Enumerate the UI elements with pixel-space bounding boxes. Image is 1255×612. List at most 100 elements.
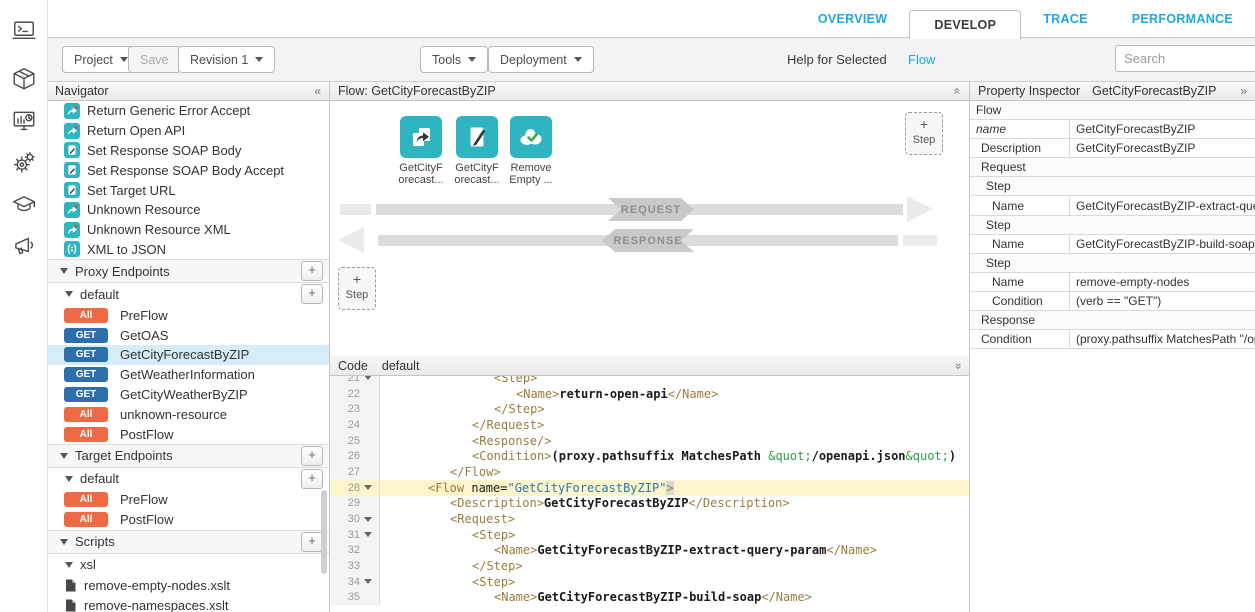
method-badge-get: GET (64, 367, 108, 382)
add-target-endpoint-button[interactable]: + (301, 446, 323, 466)
collapse-left-icon[interactable]: « (314, 85, 321, 97)
property-row[interactable]: NameGetCityForecastByZIP-extract-query-p… (970, 196, 1255, 215)
policy-item[interactable]: Set Target URL (47, 180, 329, 200)
collapse-down-icon[interactable]: « (954, 360, 961, 372)
scripts-group-xsl[interactable]: xsl (47, 554, 329, 576)
property-row[interactable]: Nameremove-empty-nodes (970, 273, 1255, 292)
line-number[interactable]: 24 (330, 419, 360, 431)
fold-caret-icon[interactable] (364, 485, 372, 490)
line-number[interactable]: 25 (330, 435, 360, 447)
line-number[interactable]: 22 (330, 388, 360, 400)
property-inspector-subject: GetCityForecastByZIP (1092, 84, 1216, 98)
deployment-menu-button[interactable]: Deployment (488, 46, 594, 73)
line-number[interactable]: 29 (330, 497, 360, 509)
navigator-scrollbar[interactable] (321, 490, 327, 574)
property-row[interactable]: NameGetCityForecastByZIP-build-soap (970, 235, 1255, 254)
graduation-cap-icon[interactable] (11, 192, 37, 218)
property-inspector-header: Property Inspector GetCityForecastByZIP … (970, 82, 1255, 101)
chevron-down-icon (65, 476, 73, 482)
fold-caret-icon[interactable] (364, 376, 372, 380)
terminal-laptop-icon[interactable] (11, 19, 37, 45)
analytics-monitor-icon[interactable] (11, 108, 37, 134)
property-row[interactable]: DescriptionGetCityForecastByZIP (970, 139, 1255, 158)
revision-menu-button[interactable]: Revision 1 (178, 46, 275, 73)
add-step-request-button[interactable]: + Step (905, 112, 943, 155)
target-flow-item-preflow[interactable]: All PreFlow (47, 490, 329, 510)
fold-caret-icon[interactable] (364, 532, 372, 537)
add-script-button[interactable]: + (301, 532, 323, 552)
tools-menu-button[interactable]: Tools (420, 46, 488, 73)
add-step-response-button[interactable]: + Step (338, 267, 376, 310)
line-number[interactable]: 35 (330, 591, 360, 603)
line-number[interactable]: 21 (330, 376, 360, 384)
help-flow-link[interactable]: Flow (908, 52, 935, 67)
line-number[interactable]: 26 (330, 450, 360, 462)
flow-item-preflow[interactable]: All PreFlow (47, 305, 329, 325)
flow-item-unknown-resource[interactable]: All unknown-resource (47, 404, 329, 424)
gears-icon[interactable] (11, 150, 37, 176)
search-input[interactable] (1115, 45, 1255, 72)
property-row[interactable]: Condition(verb == "GET") (970, 292, 1255, 311)
policy-assign-message-icon (456, 116, 498, 158)
policy-item[interactable]: Return Generic Error Accept (47, 101, 329, 121)
property-row[interactable]: nameGetCityForecastByZIP (970, 120, 1255, 139)
line-number[interactable]: 32 (330, 544, 360, 556)
add-proxy-endpoint-button[interactable]: + (301, 261, 323, 281)
line-number[interactable]: 31 (330, 529, 360, 541)
script-file-item[interactable]: remove-namespaces.xslt (47, 596, 329, 612)
add-target-flow-button[interactable]: + (301, 469, 323, 489)
tab-trace[interactable]: TRACE (1021, 0, 1110, 38)
policy-item[interactable]: XML to JSON (47, 240, 329, 260)
add-flow-button[interactable]: + (301, 284, 323, 304)
line-number[interactable]: 23 (330, 403, 360, 415)
section-title: Target Endpoints (75, 448, 173, 463)
line-number[interactable]: 27 (330, 466, 360, 478)
policy-item[interactable]: Set Response SOAP Body (47, 141, 329, 161)
section-scripts[interactable]: Scripts + (47, 530, 329, 554)
proxy-endpoint-group-default[interactable]: default + (47, 283, 329, 305)
code-panel-subtitle: default (382, 359, 420, 373)
method-badge-all: All (64, 407, 108, 422)
tab-performance[interactable]: PERFORMANCE (1110, 0, 1255, 38)
code-editor[interactable]: 21 <Step> 22 <Name>return-open-api</Name… (330, 376, 969, 612)
tab-develop[interactable]: DEVELOP (909, 10, 1021, 39)
policy-item[interactable]: Set Response SOAP Body Accept (47, 160, 329, 180)
megaphone-icon[interactable] (11, 233, 37, 259)
chevron-down-icon (60, 539, 68, 545)
package-box-icon[interactable] (11, 66, 37, 92)
main-tabs: OVERVIEW DEVELOP TRACE PERFORMANCE (796, 0, 1255, 38)
section-proxy-endpoints[interactable]: Proxy Endpoints + (47, 259, 329, 283)
flow-item-getcityweatherbyzip[interactable]: GET GetCityWeatherByZIP (47, 385, 329, 405)
flow-item-postflow[interactable]: All PostFlow (47, 424, 329, 444)
target-flow-item-postflow[interactable]: All PostFlow (47, 510, 329, 530)
section-target-endpoints[interactable]: Target Endpoints + (47, 444, 329, 468)
line-number[interactable]: 34 (330, 576, 360, 588)
line-number[interactable]: 30 (330, 513, 360, 525)
code-line: 25 <Response/> (330, 433, 969, 449)
property-row-section: Request (970, 158, 1255, 177)
add-step-label: Step (906, 133, 942, 147)
script-file-label: remove-empty-nodes.xslt (84, 578, 230, 593)
collapse-right-icon[interactable]: » (1240, 85, 1247, 97)
code-line: 27 </Flow> (330, 464, 969, 480)
fold-caret-icon[interactable] (364, 579, 372, 584)
script-file-item[interactable]: remove-empty-nodes.xslt (47, 576, 329, 596)
fold-caret-icon[interactable] (364, 517, 372, 522)
policy-item[interactable]: Unknown Resource (47, 200, 329, 220)
flow-item-getoas[interactable]: GET GetOAS (47, 325, 329, 345)
policy-raise-fault-icon (64, 202, 80, 218)
save-button[interactable]: Save (128, 46, 181, 73)
revision-menu-label: Revision 1 (190, 53, 248, 67)
target-endpoint-group-default[interactable]: default + (47, 468, 329, 490)
policy-item[interactable]: Unknown Resource XML (47, 220, 329, 240)
property-row[interactable]: Condition(proxy.pathsuffix MatchesPath "… (970, 330, 1255, 349)
line-number[interactable]: 28 (330, 482, 360, 494)
collapse-up-icon[interactable]: « (954, 85, 961, 97)
flow-step-remove-empty-nodes[interactable]: RemoveEmpty ... (496, 116, 566, 186)
tab-overview[interactable]: OVERVIEW (796, 0, 910, 38)
line-number[interactable]: 33 (330, 560, 360, 572)
flow-item-getcityforecastbyzip[interactable]: GET GetCityForecastByZIP (47, 345, 329, 365)
save-label: Save (140, 53, 169, 67)
flow-item-getweatherinformation[interactable]: GET GetWeatherInformation (47, 365, 329, 385)
policy-item[interactable]: Return Open API (47, 121, 329, 141)
